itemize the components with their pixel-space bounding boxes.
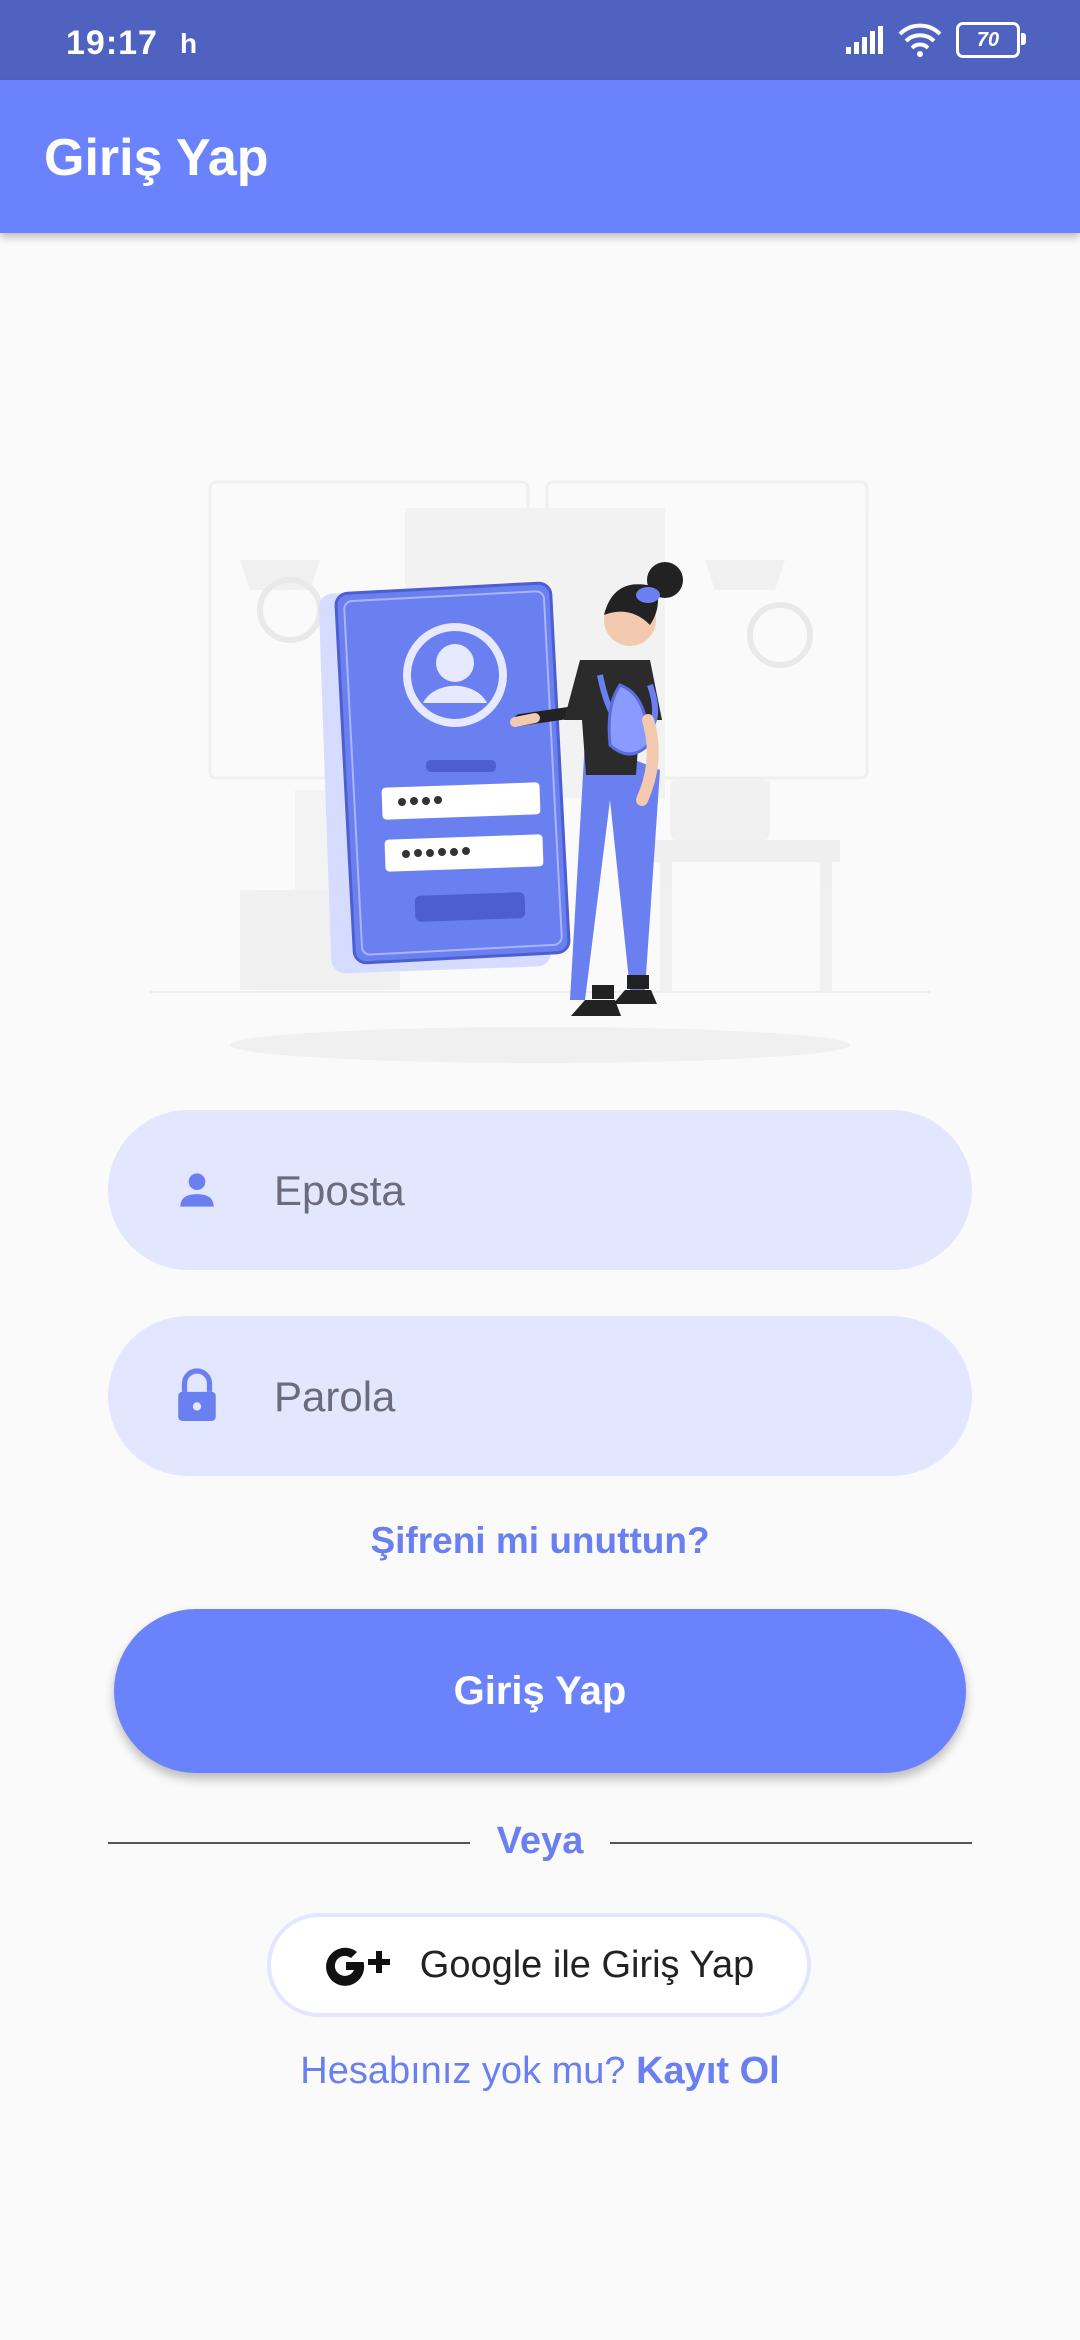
status-time: 19:17 (66, 24, 158, 62)
wifi-icon (898, 23, 942, 57)
divider-text: Veya (496, 1820, 584, 1862)
page-title: Giriş Yap (44, 129, 269, 187)
password-field[interactable] (108, 1316, 972, 1478)
signal-icon (846, 26, 883, 54)
password-input[interactable] (272, 1316, 916, 1478)
lock-icon (178, 1368, 216, 1421)
email-field[interactable] (108, 1110, 972, 1272)
google-login-label: Google ile Giriş Yap (419, 1943, 755, 1986)
email-input[interactable] (272, 1110, 916, 1272)
login-button[interactable]: Giriş Yap (114, 1609, 966, 1773)
forgot-password-link[interactable]: Şifreni mi unuttun? (0, 1520, 1080, 1562)
person-icon (180, 1173, 214, 1207)
google-plus-icon (325, 1947, 390, 1986)
app-bar: Giriş Yap (0, 80, 1080, 233)
register-prompt: Hesabınız yok mu? Kayıt Ol (0, 2050, 1080, 2093)
register-link[interactable]: Kayıt Ol (636, 2050, 780, 2092)
login-illustration (150, 480, 930, 1063)
status-bar: 19:17 h 70 (0, 0, 1080, 80)
phone-graphic (318, 581, 571, 974)
register-prompt-text: Hesabınız yok mu? (300, 2050, 626, 2092)
status-icons: 70 (844, 22, 1026, 58)
battery-level: 70 (976, 28, 1000, 51)
google-login-button[interactable]: Google ile Giriş Yap (267, 1913, 811, 2017)
status-indicator: h (180, 28, 198, 59)
battery-icon: 70 (956, 22, 1026, 58)
